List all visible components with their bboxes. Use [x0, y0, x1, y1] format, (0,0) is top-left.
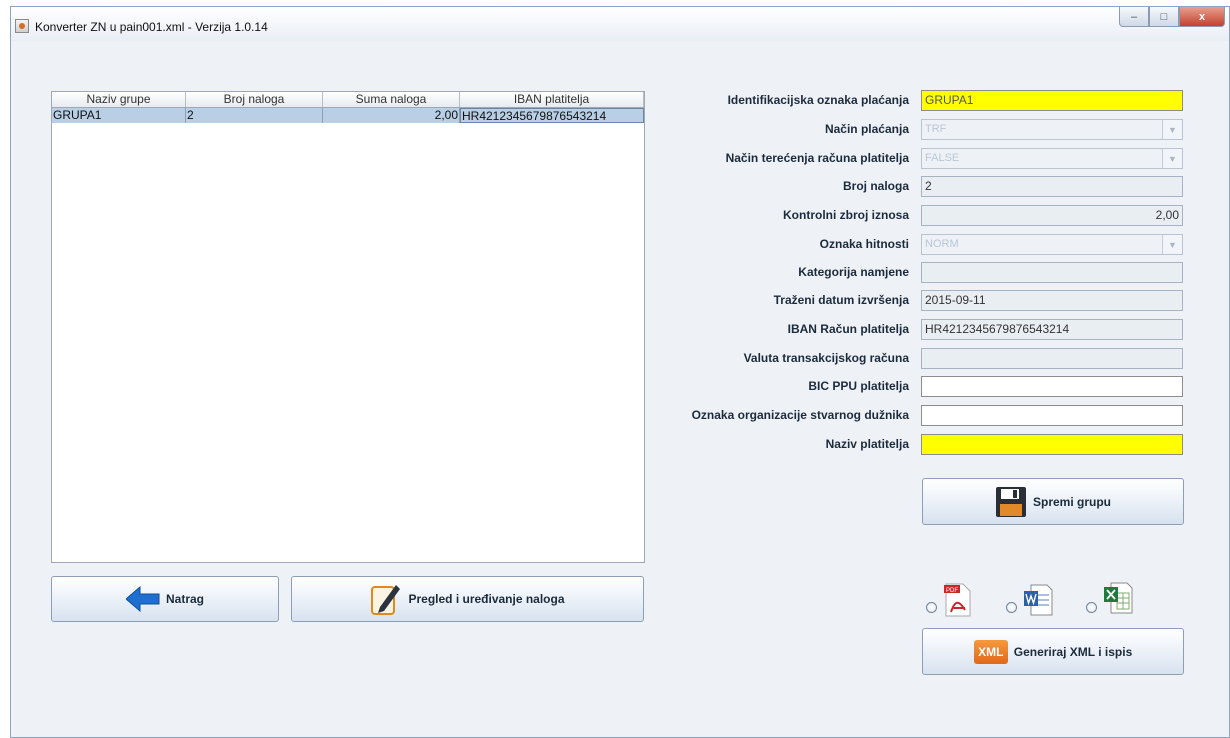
save-group-label: Spremi grupu	[1032, 494, 1111, 509]
excel-file-icon	[1103, 581, 1133, 618]
naziv-platitelja-input[interactable]	[921, 434, 1183, 455]
word-file-icon	[1023, 583, 1053, 620]
kontrolni-zbroj-field: 2,00	[921, 205, 1183, 226]
cell-iban-platitelja[interactable]: HR4212345679876543214	[460, 108, 644, 123]
column-header-naziv-grupe[interactable]: Naziv grupe	[52, 92, 186, 107]
arrow-left-icon	[125, 586, 160, 612]
chevron-down-icon[interactable]: ▼	[1162, 235, 1182, 254]
label-nacin-terecenja: Način terećenja računa platitelja	[725, 151, 909, 165]
main-panel: Naziv grupe Broj naloga Suma naloga IBAN…	[11, 41, 1229, 737]
maximize-button[interactable]: □	[1149, 7, 1179, 27]
column-header-suma-naloga[interactable]: Suma naloga	[323, 92, 460, 107]
label-bic-ppu: BIC PPU platitelja	[808, 379, 909, 393]
radio-excel[interactable]	[1086, 602, 1097, 613]
label-nacin-placanja: Način plaćanja	[824, 122, 909, 136]
generate-xml-button[interactable]: XML Generiraj XML i ispis	[922, 628, 1184, 675]
label-trazeni-datum: Traženi datum izvršenja	[773, 293, 909, 307]
label-oznaka-organizacije: Oznaka organizacije stvarnog dužnika	[691, 408, 909, 422]
oznaka-organizacije-input[interactable]	[921, 405, 1183, 426]
nacin-placanja-value: TRF	[925, 123, 947, 135]
valuta-field	[921, 348, 1183, 369]
label-kontrolni-zbroj: Kontrolni zbroj iznosa	[783, 208, 909, 222]
trazeni-datum-field: 2015-09-11	[921, 290, 1183, 311]
label-identifikacijska-oznaka: Identifikacijska oznaka plaćanja	[727, 93, 909, 107]
identifikacijska-oznaka-input[interactable]: GRUPA1	[921, 90, 1183, 111]
review-orders-button[interactable]: Pregled i uređivanje naloga	[291, 576, 644, 622]
app-window: Konverter ZN u pain001.xml - Verzija 1.0…	[10, 6, 1230, 738]
window-title: Konverter ZN u pain001.xml - Verzija 1.0…	[35, 20, 268, 34]
radio-word[interactable]	[1006, 602, 1017, 613]
radio-pdf[interactable]	[926, 602, 937, 613]
oznaka-hitnosti-value: NORM	[925, 238, 959, 250]
pdf-file-icon: PDF	[943, 582, 973, 621]
chevron-down-icon[interactable]: ▼	[1162, 149, 1182, 168]
iban-racun-field: HR4212345679876543214	[921, 319, 1183, 340]
label-iban-racun: IBAN Račun platitelja	[787, 322, 909, 336]
label-naziv-platitelja: Naziv platitelja	[825, 437, 909, 451]
label-broj-naloga: Broj naloga	[842, 179, 909, 193]
edit-document-icon	[370, 581, 402, 617]
java-app-icon	[15, 19, 29, 33]
review-orders-label: Pregled i uređivanje naloga	[408, 592, 565, 606]
back-button-label: Natrag	[165, 592, 204, 606]
cell-suma-naloga[interactable]: 2,00	[323, 108, 460, 123]
cell-broj-naloga[interactable]: 2	[186, 108, 323, 123]
nacin-terecenja-select[interactable]: FALSE ▼	[921, 148, 1183, 169]
nacin-placanja-select[interactable]: TRF ▼	[921, 119, 1183, 140]
xml-badge-text: XML	[978, 644, 1004, 659]
label-kategorija-namjene: Kategorija namjene	[798, 265, 909, 279]
pdf-badge-text: PDF	[946, 588, 958, 594]
xml-icon: XML	[973, 639, 1008, 664]
broj-naloga-field: 2	[921, 176, 1183, 197]
bic-ppu-input[interactable]	[921, 376, 1183, 397]
column-header-broj-naloga[interactable]: Broj naloga	[186, 92, 323, 107]
floppy-disk-icon	[995, 486, 1027, 518]
label-oznaka-hitnosti: Oznaka hitnosti	[819, 237, 909, 251]
window-controls: – □ x	[1119, 7, 1225, 29]
table-header: Naziv grupe Broj naloga Suma naloga IBAN…	[52, 92, 644, 108]
close-button[interactable]: x	[1179, 7, 1225, 27]
column-header-iban-platitelja[interactable]: IBAN platitelja	[460, 92, 644, 107]
cell-naziv-grupe[interactable]: GRUPA1	[52, 108, 186, 123]
title-bar: Konverter ZN u pain001.xml - Verzija 1.0…	[11, 7, 1229, 41]
back-button[interactable]: Natrag	[51, 576, 279, 622]
label-valuta: Valuta transakcijskog računa	[743, 351, 909, 365]
minimize-button[interactable]: –	[1119, 7, 1149, 27]
chevron-down-icon[interactable]: ▼	[1162, 120, 1182, 139]
oznaka-hitnosti-select[interactable]: NORM ▼	[921, 234, 1183, 255]
generate-xml-label: Generiraj XML i ispis	[1013, 644, 1133, 659]
kategorija-namjene-field	[921, 262, 1183, 283]
groups-table[interactable]: Naziv grupe Broj naloga Suma naloga IBAN…	[51, 91, 645, 563]
nacin-terecenja-value: FALSE	[925, 152, 960, 164]
save-group-button[interactable]: Spremi grupu	[922, 478, 1184, 525]
table-row[interactable]: GRUPA1 2 2,00 HR4212345679876543214	[52, 108, 644, 123]
